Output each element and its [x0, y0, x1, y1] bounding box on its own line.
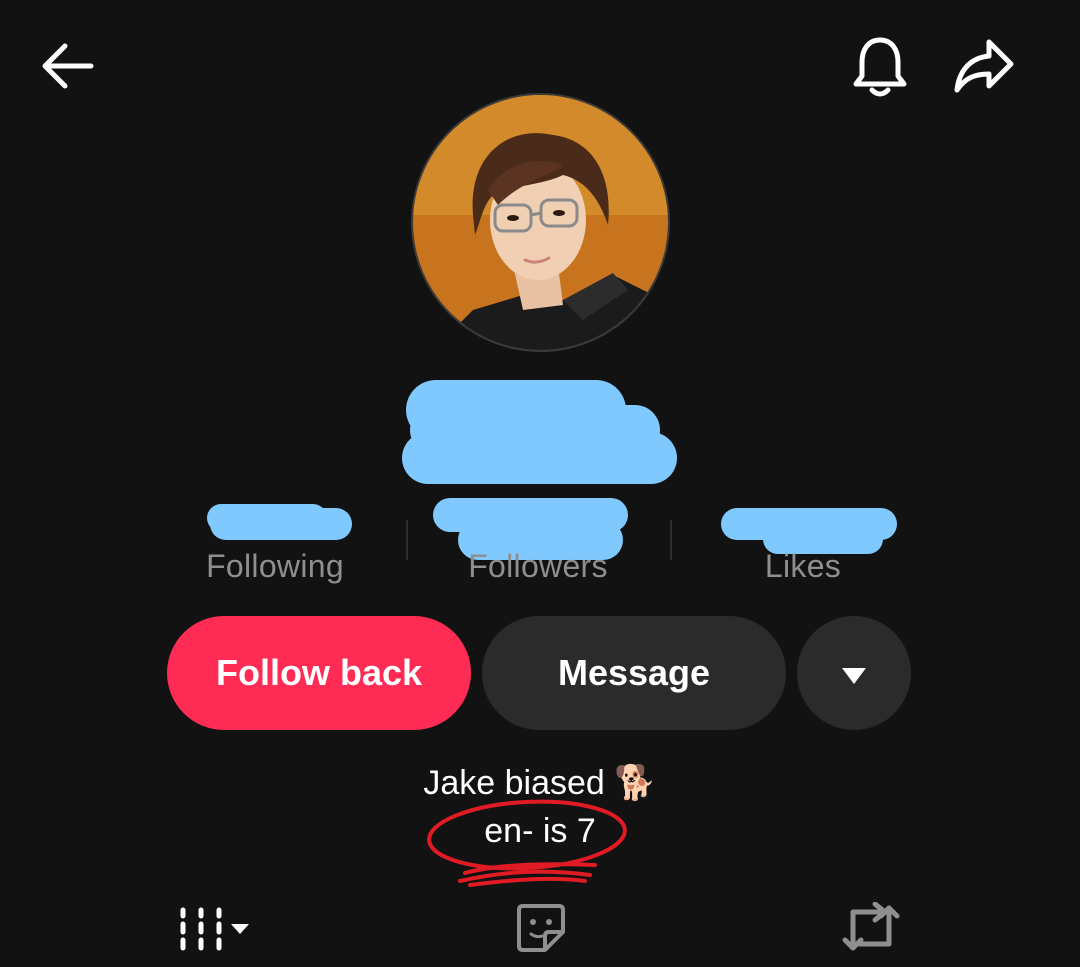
stat-likes[interactable]: Likes [703, 500, 903, 590]
more-options-button[interactable] [797, 616, 911, 730]
caret-down-icon [841, 652, 867, 694]
tab-reposts[interactable] [816, 900, 926, 960]
notifications-button[interactable] [840, 26, 920, 106]
tab-favorites[interactable] [486, 900, 596, 960]
back-button[interactable] [27, 26, 107, 106]
share-button[interactable] [944, 26, 1024, 106]
stat-label-following: Following [206, 548, 344, 584]
stat-divider [406, 520, 408, 560]
stat-label-followers: Followers [468, 548, 608, 584]
favorites-sticker-icon [515, 902, 567, 959]
stat-label-likes: Likes [764, 548, 842, 584]
arrow-left-icon [39, 42, 95, 90]
share-arrow-icon [953, 38, 1015, 94]
tab-videos[interactable] [160, 900, 270, 960]
annotation-circle [427, 799, 627, 887]
follow-back-button[interactable]: Follow back [167, 616, 471, 730]
reposts-icon [841, 901, 901, 959]
message-button[interactable]: Message [482, 616, 786, 730]
stat-divider [670, 520, 672, 560]
profile-avatar[interactable] [413, 95, 668, 350]
stat-following[interactable]: Following [175, 500, 375, 590]
stat-followers[interactable]: Followers [433, 498, 638, 590]
videos-grid-icon [175, 904, 255, 957]
bell-icon [852, 34, 908, 98]
